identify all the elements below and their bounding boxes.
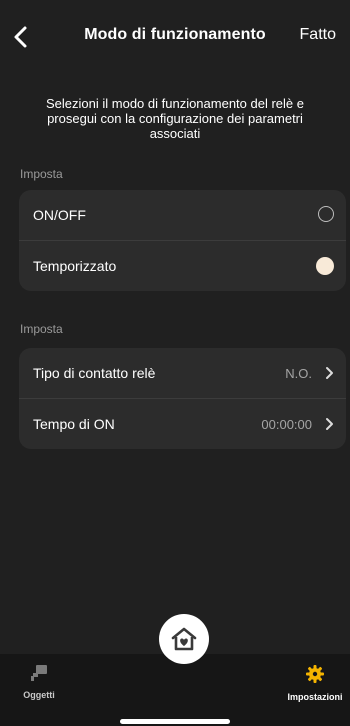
parameter-value: 00:00:00 (261, 416, 312, 432)
section-label-parameters: Imposta (20, 322, 63, 336)
option-label: ON/OFF (33, 207, 86, 223)
tab-impostazioni[interactable]: Impostazioni (282, 664, 348, 724)
section-label-mode: Imposta (20, 167, 63, 181)
radio-selected-icon[interactable] (316, 257, 334, 275)
radio-unselected-icon[interactable] (318, 206, 334, 222)
navigation-header: Modo di funzionamento Fatto (0, 0, 350, 72)
bottom-tab-bar: Oggetti Impostazioni (0, 654, 350, 726)
tab-oggetti[interactable]: Oggetti (14, 664, 64, 724)
parameter-label: Tempo di ON (33, 416, 115, 432)
option-row-onoff[interactable]: ON/OFF (19, 190, 346, 240)
option-row-temporizzato[interactable]: Temporizzato (19, 240, 346, 291)
chevron-right-icon (326, 367, 333, 379)
tab-label: Oggetti (23, 690, 55, 700)
tab-label: Impostazioni (287, 692, 343, 702)
parameter-row-on-time[interactable]: Tempo di ON 00:00:00 (19, 398, 346, 449)
parameters-card: Tipo di contatto relè N.O. Tempo di ON 0… (19, 348, 346, 449)
mode-options-card: ON/OFF Temporizzato (19, 190, 346, 291)
objects-icon (31, 665, 47, 681)
option-label: Temporizzato (33, 258, 117, 274)
done-button[interactable]: Fatto (300, 26, 336, 44)
page-title: Modo di funzionamento (84, 26, 266, 43)
chevron-right-icon (326, 418, 333, 430)
parameter-row-contact-type[interactable]: Tipo di contatto relè N.O. (19, 348, 346, 398)
home-indicator (120, 719, 230, 724)
parameter-label: Tipo di contatto relè (33, 365, 156, 381)
home-heart-icon (171, 627, 197, 651)
gear-icon (306, 665, 324, 683)
description-text: Selezioni il modo di funzionamento del r… (46, 96, 304, 141)
home-button[interactable] (159, 614, 209, 664)
parameter-value: N.O. (285, 365, 312, 381)
